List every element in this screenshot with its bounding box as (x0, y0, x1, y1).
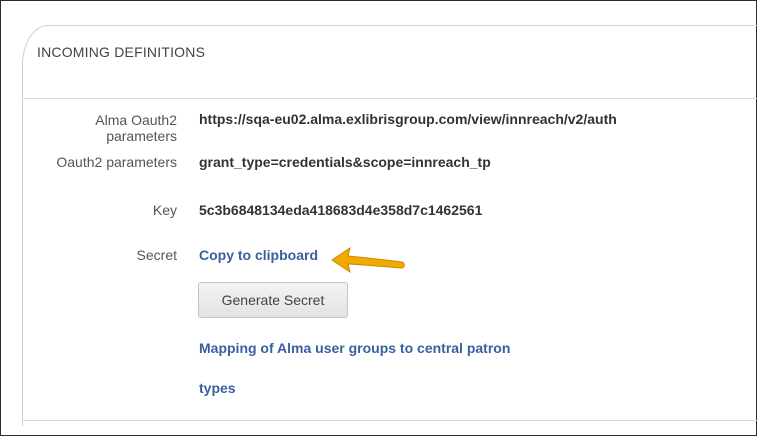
mapping-user-groups-link-continued[interactable]: types (199, 380, 236, 396)
panel-bottom-border (22, 420, 757, 421)
alma-oauth2-label-line2: parameters (106, 128, 177, 144)
key-value: 5c3b6848134eda418683d4e358d7c1462561 (199, 202, 483, 218)
alma-oauth2-value: https://sqa-eu02.alma.exlibrisgroup.com/… (199, 111, 617, 127)
copy-to-clipboard-link[interactable]: Copy to clipboard (199, 247, 318, 263)
oauth2-parameters-label: Oauth2 parameters (56, 154, 177, 170)
panel-header (22, 26, 757, 99)
generate-secret-button[interactable]: Generate Secret (198, 282, 348, 318)
secret-label: Secret (136, 247, 177, 263)
mapping-user-groups-link[interactable]: Mapping of Alma user groups to central p… (199, 340, 510, 356)
key-label: Key (152, 202, 177, 218)
oauth2-parameters-value: grant_type=credentials&scope=innreach_tp (199, 154, 491, 170)
alma-oauth2-label-line1: Alma Oauth2 (95, 112, 177, 128)
alma-oauth2-label: Alma Oauth2 parameters (95, 112, 177, 144)
panel-title: INCOMING DEFINITIONS (37, 44, 206, 60)
arrow-left-icon (331, 246, 405, 274)
